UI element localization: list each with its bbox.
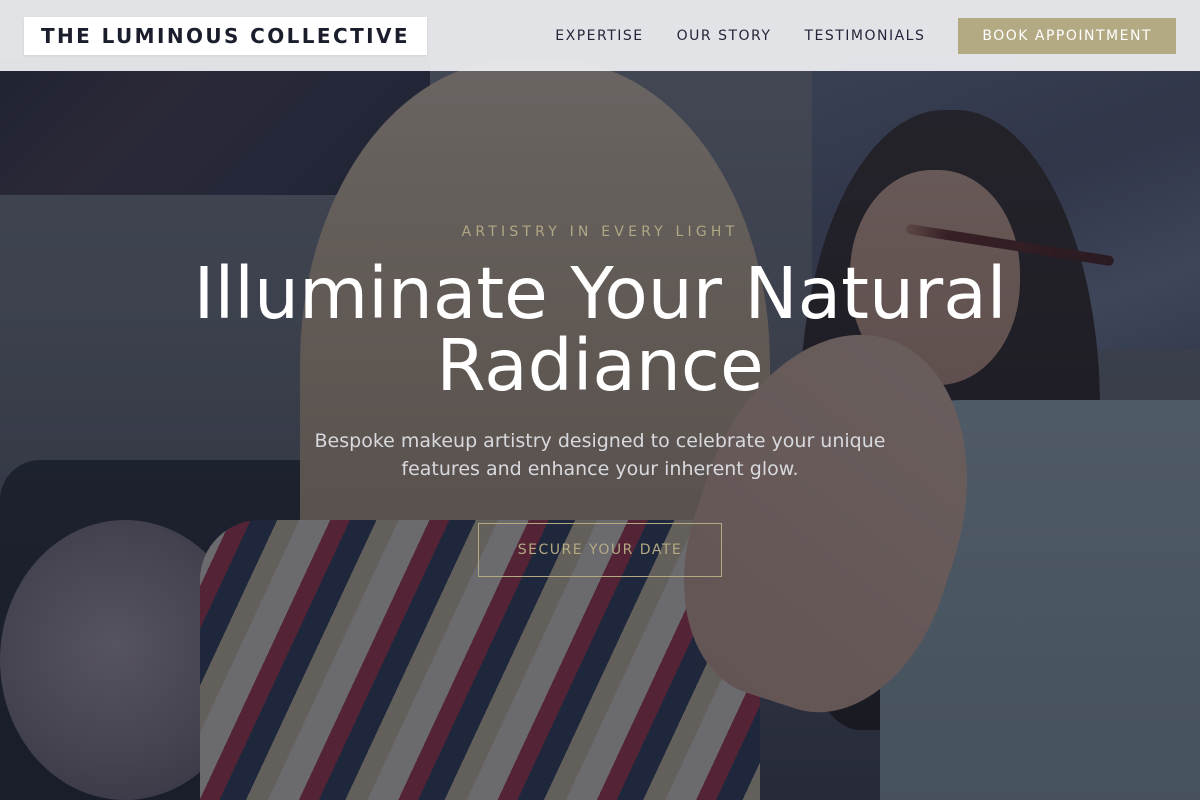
brand-logo[interactable]: THE LUMINOUS COLLECTIVE	[24, 16, 427, 55]
book-appointment-button[interactable]: BOOK APPOINTMENT	[958, 17, 1176, 54]
hero-section: ARTISTRY IN EVERY LIGHT Illuminate Your …	[0, 0, 1200, 800]
nav-link-expertise[interactable]: EXPERTISE	[555, 28, 643, 44]
secure-your-date-button[interactable]: SECURE YOUR DATE	[478, 523, 722, 577]
nav-links: EXPERTISE OUR STORY TESTIMONIALS BOOK AP…	[555, 17, 1176, 54]
hero-subheading: Bespoke makeup artistry designed to cele…	[280, 427, 920, 483]
hero-subheading-line-2: features and enhance your inherent glow.	[401, 458, 799, 480]
hero-headline-line-1: Illuminate Your Natural	[193, 252, 1007, 335]
top-navigation: THE LUMINOUS COLLECTIVE EXPERTISE OUR ST…	[0, 0, 1200, 71]
nav-link-testimonials[interactable]: TESTIMONIALS	[804, 28, 925, 44]
hero-headline: Illuminate Your Natural Radiance	[100, 258, 1100, 402]
hero-headline-line-2: Radiance	[436, 324, 764, 407]
nav-link-our-story[interactable]: OUR STORY	[677, 28, 772, 44]
hero-subheading-line-1: Bespoke makeup artistry designed to cele…	[314, 430, 886, 452]
hero-eyebrow: ARTISTRY IN EVERY LIGHT	[461, 224, 739, 240]
